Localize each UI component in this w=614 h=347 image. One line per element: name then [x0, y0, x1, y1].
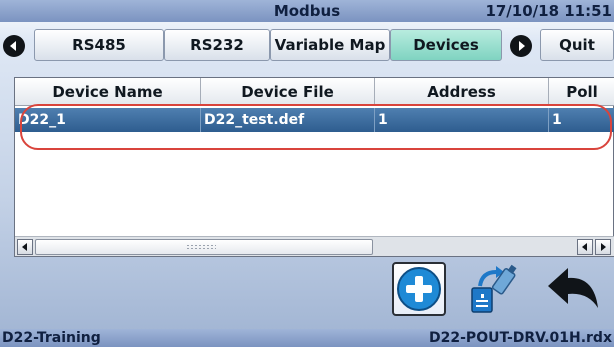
tab-bar: RS485 RS232 Variable Map Devices Quit: [0, 29, 614, 61]
scrollbar-thumb[interactable]: [35, 239, 373, 255]
file-name: D22-POUT-DRV.01H.rdx: [429, 330, 612, 346]
status-bar: D22-Training D22-POUT-DRV.01H.rdx: [0, 329, 614, 347]
datetime: 17/10/18 11:51: [485, 2, 612, 20]
tab-rs485[interactable]: RS485: [34, 29, 164, 61]
column-header-device-file[interactable]: Device File: [201, 78, 375, 106]
back-arrow-icon: [548, 268, 598, 308]
tab-quit[interactable]: Quit: [540, 29, 614, 61]
table-row[interactable]: D22_1 D22_test.def 1 1: [15, 108, 614, 132]
cell-address: 1: [375, 108, 549, 132]
plus-icon: [397, 267, 441, 311]
arrow-left-circle-icon[interactable]: [3, 35, 25, 57]
app-screen: Modbus 17/10/18 11:51 RS485 RS232 Variab…: [0, 0, 614, 347]
devices-table: Device Name Device File Address Poll D22…: [14, 77, 614, 257]
column-header-poll[interactable]: Poll: [549, 78, 614, 106]
column-header-device-name[interactable]: Device Name: [15, 78, 201, 106]
table-header: Device Name Device File Address Poll: [15, 78, 614, 106]
back-button[interactable]: [544, 262, 602, 316]
scroll-left-small-icon[interactable]: [577, 239, 593, 255]
scroll-left-icon[interactable]: [17, 239, 33, 255]
arrow-right-circle-icon[interactable]: [510, 35, 532, 57]
grip-icon: [186, 244, 216, 250]
transfer-button[interactable]: [466, 262, 520, 316]
column-header-address[interactable]: Address: [375, 78, 549, 106]
add-device-button[interactable]: [392, 262, 446, 316]
project-name: D22-Training: [2, 330, 101, 346]
tab-rs232[interactable]: RS232: [164, 29, 270, 61]
horizontal-scrollbar[interactable]: [15, 236, 614, 256]
cell-device-name: D22_1: [15, 108, 201, 132]
scroll-right-icon[interactable]: [595, 239, 611, 255]
title-bar: Modbus 17/10/18 11:51: [0, 0, 614, 22]
tab-devices[interactable]: Devices: [390, 29, 502, 61]
tab-variable-map[interactable]: Variable Map: [270, 29, 390, 61]
usb-transfer-icon: [471, 264, 517, 313]
cell-poll: 1: [552, 112, 562, 128]
cell-device-file: D22_test.def: [201, 108, 375, 132]
